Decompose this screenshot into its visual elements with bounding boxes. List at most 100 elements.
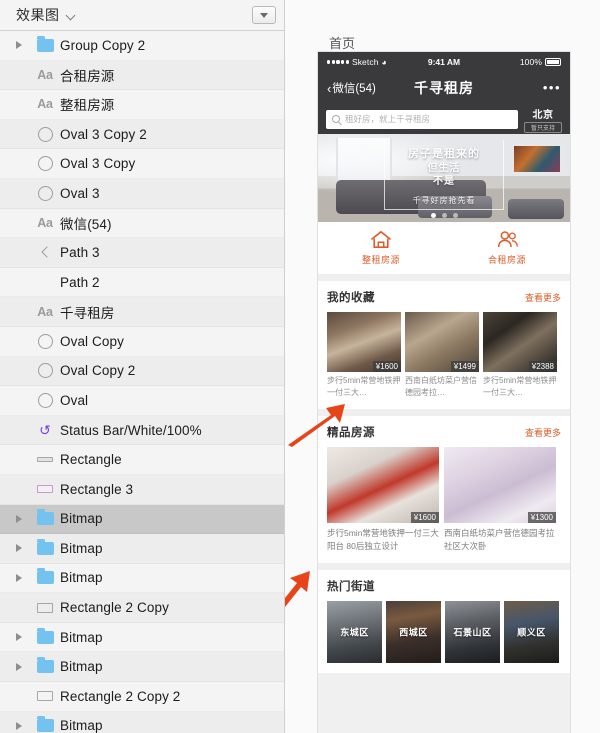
layer-row[interactable]: Oval 3 Copy 2 xyxy=(0,119,284,150)
layer-row[interactable]: ↺ Status Bar/White/100% xyxy=(0,415,284,446)
street-tile[interactable]: 东城区 xyxy=(327,601,382,664)
layer-name: Bitmap xyxy=(60,511,103,527)
layer-icon-cell: Aa xyxy=(30,216,60,230)
layer-row[interactable]: Oval 3 xyxy=(0,178,284,209)
category-row: 整租房源 合租房源 xyxy=(318,222,570,274)
list-item[interactable]: ¥1600 步行5min常营地铁押一付三大阳台 80后独立设计 xyxy=(327,447,439,553)
card-price: ¥1300 xyxy=(527,512,556,523)
layer-row[interactable]: Aa 合租房源 xyxy=(0,60,284,91)
status-bar: Sketch ◕ 9:41 AM 100% xyxy=(318,52,570,72)
carousel-dot-3[interactable] xyxy=(452,213,458,218)
card-thumbnail[interactable]: ¥1300 xyxy=(444,447,556,523)
layer-row[interactable]: Bitmap xyxy=(0,563,284,594)
layer-row[interactable]: Group Copy 2 xyxy=(0,31,284,61)
layer-row[interactable]: Oval 3 Copy xyxy=(0,149,284,179)
street-tile[interactable]: 石景山区 xyxy=(445,601,500,664)
folder-icon xyxy=(36,538,54,555)
section-more-favorites[interactable]: 查看更多 xyxy=(525,291,561,304)
layer-row[interactable]: Rectangle 2 Copy xyxy=(0,593,284,623)
layer-row[interactable]: Bitmap xyxy=(0,652,284,683)
carousel-dots[interactable] xyxy=(318,213,570,218)
layer-name: Bitmap xyxy=(60,570,103,586)
hero-carousel[interactable]: 房子是租来的 但生活 不是 千寻好房抢先看 xyxy=(318,134,570,222)
artboard-label[interactable]: 首页 xyxy=(329,33,355,52)
layer-icon-cell xyxy=(30,333,60,349)
layer-row[interactable]: Bitmap xyxy=(0,534,284,564)
favorites-card-list: ¥1600 步行5min常营地铁押一付三大… ¥1499 西南白纸坊菜户营信德园… xyxy=(327,312,561,399)
list-item[interactable]: ¥1499 西南白纸坊菜户营信德园考拉… xyxy=(405,312,479,399)
category-shared-rent[interactable]: 合租房源 xyxy=(444,230,570,266)
layer-row[interactable]: Rectangle 2 Copy 2 xyxy=(0,682,284,712)
street-tile[interactable]: 西城区 xyxy=(386,601,441,664)
artboard-selector[interactable]: 效果图 xyxy=(16,5,76,25)
layer-row[interactable]: Bitmap xyxy=(0,711,284,733)
layer-row[interactable]: Bitmap xyxy=(0,622,284,653)
category-whole-rent-label: 整租房源 xyxy=(361,255,400,265)
oval-icon xyxy=(37,363,53,379)
oval-icon xyxy=(37,156,53,172)
card-description: 步行5min常营地铁押一付三大… xyxy=(327,376,401,397)
layer-name: 微信(54) xyxy=(60,216,112,232)
layer-filter-button[interactable] xyxy=(252,6,276,24)
canvas-area[interactable]: 首页 Sketch ◕ 9:41 AM 100% ‹ 微信(54) 千寻租房 •… xyxy=(285,0,600,733)
disclosure-triangle[interactable] xyxy=(8,514,30,523)
layer-row[interactable]: Aa 千寻租房 xyxy=(0,297,284,327)
layer-name: Oval xyxy=(60,392,89,408)
disclosure-triangle[interactable] xyxy=(8,721,30,730)
card-thumbnail[interactable]: ¥1499 xyxy=(405,312,479,372)
house-icon xyxy=(371,230,391,249)
layer-row[interactable]: Bitmap xyxy=(0,504,284,535)
card-thumbnail[interactable]: ¥1600 xyxy=(327,447,439,523)
section-more-featured[interactable]: 查看更多 xyxy=(525,426,561,439)
sketch-app-window: 效果图 Group Copy 2 Aa 合租房源 Aa 整租房源 Oval 3 Copy … xyxy=(0,0,600,733)
layer-row[interactable]: Aa 整租房源 xyxy=(0,90,284,120)
category-shared-rent-label: 合租房源 xyxy=(487,255,526,265)
more-horizontal-icon[interactable]: ••• xyxy=(543,81,561,94)
layer-row[interactable]: Path 3 xyxy=(0,238,284,268)
disclosure-triangle[interactable] xyxy=(8,544,30,553)
layer-row[interactable]: Oval Copy xyxy=(0,326,284,357)
disclosure-triangle[interactable] xyxy=(8,41,30,50)
list-item[interactable]: ¥2388 步行5min常营地铁押一付三大… xyxy=(483,312,557,399)
layer-name: 整租房源 xyxy=(60,98,115,114)
layer-name: 合租房源 xyxy=(60,68,115,84)
layer-row[interactable]: Aa 微信(54) xyxy=(0,208,284,239)
folder-icon xyxy=(36,657,54,674)
hero-line-1: 房子是租来的 xyxy=(408,148,480,160)
layer-row[interactable]: Oval xyxy=(0,386,284,416)
triangle-down-icon xyxy=(260,12,268,18)
rectangle-icon xyxy=(37,602,53,613)
nav-title: 千寻租房 xyxy=(414,80,474,96)
card-thumbnail[interactable]: ¥2388 xyxy=(483,312,557,372)
layer-icon-cell xyxy=(30,509,60,526)
card-price: ¥2388 xyxy=(528,361,557,372)
battery-percent-label: 100% xyxy=(519,57,542,67)
layer-row[interactable]: Rectangle 3 xyxy=(0,474,284,505)
text-layer-icon: Aa xyxy=(37,304,53,319)
layer-row[interactable]: Rectangle xyxy=(0,445,284,475)
card-thumbnail[interactable]: ¥1600 xyxy=(327,312,401,372)
disclosure-triangle[interactable] xyxy=(8,633,30,642)
location-selector[interactable]: 北京 暂只支持 xyxy=(524,106,562,133)
rectangle-icon xyxy=(37,691,53,702)
disclosure-triangle[interactable] xyxy=(8,662,30,671)
artboard-home-screen: Sketch ◕ 9:41 AM 100% ‹ 微信(54) 千寻租房 ••• xyxy=(318,52,570,733)
layer-name: Oval 3 Copy 2 xyxy=(60,126,147,142)
folder-icon xyxy=(36,509,54,526)
list-item[interactable]: ¥1300 西南白纸坊菜户营信德园考拉社区大次卧 xyxy=(444,447,556,553)
layer-row[interactable]: Path 2 xyxy=(0,267,284,298)
disclosure-triangle[interactable] xyxy=(8,573,30,582)
section-title-featured: 精品房源 xyxy=(327,427,375,439)
layer-icon-cell xyxy=(30,126,60,142)
hero-subtitle: 千寻好房抢先看 xyxy=(412,196,476,205)
category-whole-rent[interactable]: 整租房源 xyxy=(318,230,444,266)
street-tile-list: 东城区 西城区 石景山区 顺义区 xyxy=(327,601,561,664)
list-item[interactable]: ¥1600 步行5min常营地铁押一付三大… xyxy=(327,312,401,399)
street-tile[interactable]: 顺义区 xyxy=(504,601,559,664)
layer-row[interactable]: Oval Copy 2 xyxy=(0,356,284,387)
carousel-dot-1[interactable] xyxy=(430,213,436,218)
layer-rows-container[interactable]: Group Copy 2 Aa 合租房源 Aa 整租房源 Oval 3 Copy 2 Ova… xyxy=(0,31,284,733)
search-input[interactable]: 租好房，就上千寻租房 xyxy=(326,109,518,129)
carousel-dot-2[interactable] xyxy=(441,213,447,218)
layer-icon-cell: Aa xyxy=(30,305,60,319)
